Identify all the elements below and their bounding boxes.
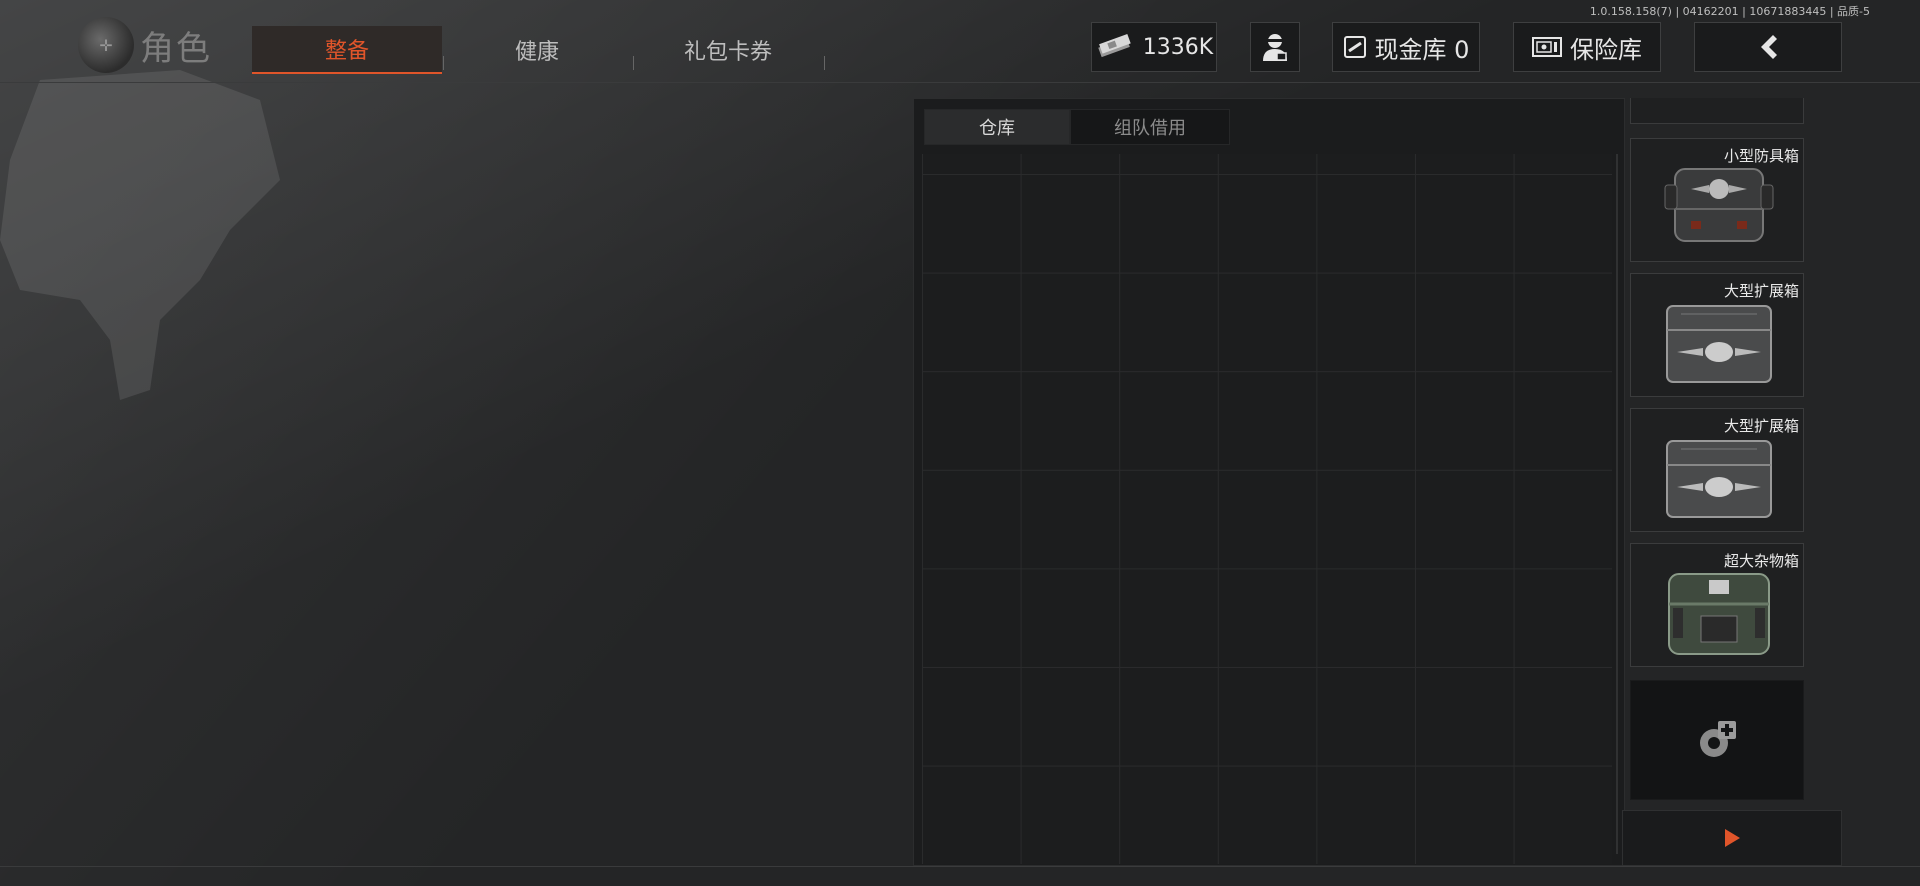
safe-button[interactable]: 保险库 xyxy=(1513,22,1661,72)
safe-label: 保险库 xyxy=(1570,35,1642,64)
container-card[interactable]: 超大杂物箱 xyxy=(1630,543,1804,667)
storage-grid[interactable] xyxy=(922,154,1612,864)
chevron-left-icon xyxy=(1761,35,1777,59)
world-map-decoration xyxy=(0,70,280,400)
expansion-case-icon xyxy=(1666,440,1772,518)
cash-vault-label: 现金库 0 xyxy=(1374,35,1470,64)
brand: ✛ 角色 xyxy=(78,17,212,73)
profile-button[interactable] xyxy=(1250,22,1300,72)
container-name: 大型扩展箱 xyxy=(1723,417,1799,435)
scrollbar[interactable] xyxy=(1616,154,1618,854)
page-title: 角色 xyxy=(140,28,212,69)
subtab-label: 仓库 xyxy=(979,118,1015,139)
storage-panel: 仓库 组队借用 xyxy=(913,98,1625,866)
gear-plus-icon xyxy=(1700,721,1736,757)
next-page-button[interactable] xyxy=(1622,810,1842,866)
container-name: 小型防具箱 xyxy=(1723,147,1799,165)
top-bar: ✛ 角色 整备 健康 礼包卡券 1336K 现金库 0 保险库 xyxy=(0,14,1920,82)
container-name: 超大杂物箱 xyxy=(1723,552,1799,570)
tab-gift-cards[interactable]: 礼包卡券 xyxy=(634,26,822,74)
card-icon xyxy=(1343,36,1366,58)
safe-icon xyxy=(1532,37,1562,57)
container-card[interactable]: 小型防具箱 xyxy=(1630,138,1804,262)
armor-case-icon xyxy=(1664,168,1774,242)
expansion-case-icon xyxy=(1666,305,1772,383)
storage-tabs: 仓库 组队借用 xyxy=(924,109,1230,145)
operator-icon xyxy=(1263,34,1287,61)
container-name: 大型扩展箱 xyxy=(1723,282,1799,300)
play-arrow-icon xyxy=(1725,829,1740,847)
tab-equip[interactable]: 整备 xyxy=(252,26,442,74)
cash-icon xyxy=(1098,34,1131,58)
tab-label: 健康 xyxy=(514,40,559,65)
tab-label: 礼包卡券 xyxy=(683,40,772,65)
container-card-partial[interactable] xyxy=(1630,98,1804,124)
container-card[interactable]: 大型扩展箱 xyxy=(1630,273,1804,397)
header-divider xyxy=(0,82,1920,83)
tab-health[interactable]: 健康 xyxy=(444,26,630,74)
footer-divider xyxy=(0,866,1920,867)
back-button[interactable] xyxy=(1694,22,1842,72)
currency-amount: 1336K xyxy=(1142,34,1214,60)
tab-warehouse[interactable]: 仓库 xyxy=(924,109,1070,145)
currency-display[interactable]: 1336K xyxy=(1091,22,1217,72)
add-container-button[interactable] xyxy=(1630,680,1804,800)
globe-icon: ✛ xyxy=(78,17,134,73)
cash-vault-button[interactable]: 现金库 0 xyxy=(1332,22,1480,72)
tab-label: 整备 xyxy=(324,39,369,64)
tab-team-borrow[interactable]: 组队借用 xyxy=(1070,109,1230,145)
tab-divider xyxy=(824,56,825,70)
subtab-label: 组队借用 xyxy=(1114,118,1186,139)
container-sidebar: 小型防具箱 大型扩展箱 大型扩展箱 超大杂物箱 xyxy=(1622,98,1842,866)
container-card[interactable]: 大型扩展箱 xyxy=(1630,408,1804,532)
sundries-case-icon xyxy=(1668,573,1770,655)
